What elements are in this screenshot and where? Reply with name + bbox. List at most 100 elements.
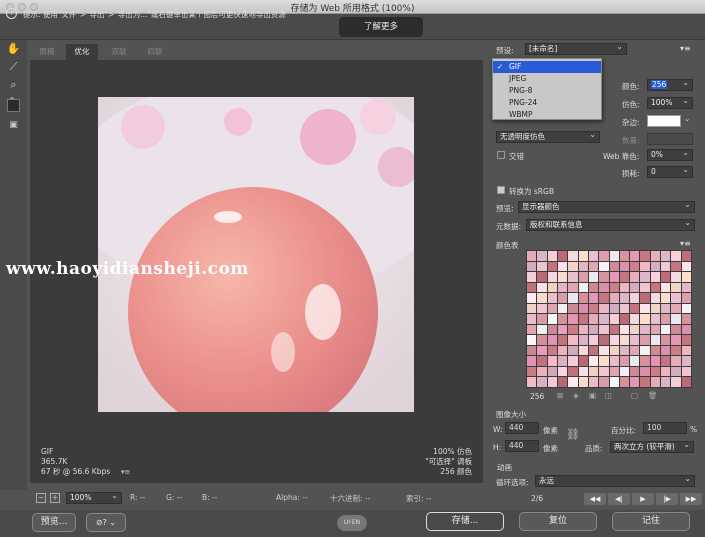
transparency-dither-select[interactable]: 无透明度仿色	[496, 130, 600, 143]
color-swatch[interactable]	[630, 272, 640, 282]
color-swatch[interactable]	[681, 324, 691, 335]
color-swatch[interactable]	[671, 261, 681, 272]
preview-select[interactable]: 显示器颜色	[518, 200, 695, 213]
color-swatch[interactable]	[671, 272, 681, 282]
next-frame-button[interactable]: |▶	[656, 493, 678, 505]
color-swatch[interactable]	[619, 272, 630, 282]
color-swatch[interactable]	[568, 335, 578, 345]
color-swatch[interactable]	[681, 293, 691, 303]
color-swatch[interactable]	[640, 356, 650, 366]
lock-color-icon[interactable]: ▣	[589, 391, 596, 400]
color-swatch[interactable]	[650, 314, 661, 324]
preset-menu-icon[interactable]: ▾≡	[680, 44, 691, 53]
color-swatch[interactable]	[568, 272, 578, 282]
color-swatch[interactable]	[650, 356, 661, 366]
last-frame-button[interactable]: ▶▶	[680, 493, 702, 505]
color-swatch[interactable]	[578, 314, 588, 324]
color-swatch[interactable]	[588, 261, 599, 272]
matte-color-swatch[interactable]	[647, 115, 681, 127]
color-swatch[interactable]	[547, 356, 557, 366]
color-swatch[interactable]	[609, 314, 619, 324]
color-swatch[interactable]	[527, 282, 537, 293]
color-swatch[interactable]	[557, 377, 568, 387]
color-swatch[interactable]	[588, 303, 599, 314]
first-frame-button[interactable]: ◀◀	[584, 493, 606, 505]
percent-input[interactable]: 100	[643, 422, 687, 434]
color-swatch[interactable]	[568, 282, 578, 293]
color-swatch[interactable]	[578, 293, 588, 303]
color-swatch[interactable]	[599, 261, 609, 272]
color-swatch[interactable]	[578, 366, 588, 377]
color-swatch[interactable]	[568, 345, 578, 356]
color-swatch[interactable]	[650, 335, 661, 345]
zoom-out-icon[interactable]: −	[36, 493, 46, 503]
color-swatch[interactable]	[527, 366, 537, 377]
color-swatch[interactable]	[671, 377, 681, 387]
color-swatch[interactable]	[537, 251, 547, 261]
slice-select-tool-icon[interactable]: ⟋	[6, 60, 21, 74]
learn-more-button[interactable]: 了解更多	[339, 17, 423, 37]
color-swatch[interactable]	[557, 272, 568, 282]
web-shift-icon[interactable]: ◈	[573, 391, 579, 400]
color-swatch[interactable]	[609, 272, 619, 282]
color-swatch[interactable]	[681, 345, 691, 356]
color-swatch[interactable]	[671, 251, 681, 261]
tab-2-up[interactable]: 双联	[102, 44, 136, 60]
color-swatch[interactable]	[609, 356, 619, 366]
color-swatch[interactable]	[630, 282, 640, 293]
format-option-gif[interactable]: ✓ GIF	[493, 61, 601, 73]
color-swatch[interactable]	[681, 251, 691, 261]
color-swatch[interactable]	[619, 377, 630, 387]
color-swatch[interactable]	[527, 314, 537, 324]
metadata-select[interactable]: 版权和联系信息	[526, 218, 695, 231]
quality-select[interactable]: 两次立方 (较平滑)	[610, 440, 694, 453]
color-swatch[interactable]	[671, 303, 681, 314]
color-swatch[interactable]	[568, 293, 578, 303]
color-swatch[interactable]	[630, 335, 640, 345]
color-swatch[interactable]	[588, 335, 599, 345]
format-option-png24[interactable]: PNG-24	[493, 97, 601, 109]
color-swatch[interactable]	[578, 335, 588, 345]
color-swatch[interactable]	[568, 303, 578, 314]
color-swatch[interactable]	[557, 251, 568, 261]
color-swatch[interactable]	[588, 377, 599, 387]
color-swatch[interactable]	[650, 324, 661, 335]
color-swatch[interactable]	[640, 272, 650, 282]
color-swatch[interactable]	[681, 282, 691, 293]
color-swatch[interactable]	[568, 261, 578, 272]
color-swatch[interactable]	[547, 324, 557, 335]
web-snap-select[interactable]: 0%	[647, 148, 693, 161]
color-swatch[interactable]	[661, 314, 671, 324]
color-swatch[interactable]	[547, 366, 557, 377]
color-swatch[interactable]	[609, 251, 619, 261]
tab-4-up[interactable]: 四联	[138, 44, 172, 60]
hand-tool-icon[interactable]: ✋	[6, 42, 21, 56]
color-swatch[interactable]	[609, 303, 619, 314]
color-swatch[interactable]	[609, 293, 619, 303]
color-swatch[interactable]	[599, 324, 609, 335]
color-swatch[interactable]	[599, 345, 609, 356]
format-option-jpeg[interactable]: JPEG	[493, 73, 601, 85]
color-swatch[interactable]	[650, 303, 661, 314]
color-swatch[interactable]	[557, 324, 568, 335]
color-swatch[interactable]	[661, 272, 671, 282]
color-swatch[interactable]	[630, 356, 640, 366]
map-to-transparent-icon[interactable]: ⊠	[557, 391, 563, 400]
eyedropper-color-swatch[interactable]	[7, 99, 20, 112]
color-swatch[interactable]	[599, 377, 609, 387]
color-swatch[interactable]	[640, 293, 650, 303]
color-swatch[interactable]	[650, 272, 661, 282]
color-swatch[interactable]	[557, 293, 568, 303]
color-swatch[interactable]	[588, 356, 599, 366]
color-table-grid[interactable]	[526, 250, 692, 388]
color-swatch[interactable]	[640, 377, 650, 387]
color-swatch[interactable]	[661, 335, 671, 345]
color-swatch[interactable]	[557, 261, 568, 272]
color-swatch[interactable]	[527, 251, 537, 261]
color-swatch[interactable]	[599, 303, 609, 314]
color-swatch[interactable]	[681, 303, 691, 314]
color-swatch[interactable]	[671, 356, 681, 366]
color-swatch[interactable]	[578, 261, 588, 272]
tab-original[interactable]: 原稿	[30, 44, 64, 60]
color-swatch[interactable]	[671, 366, 681, 377]
